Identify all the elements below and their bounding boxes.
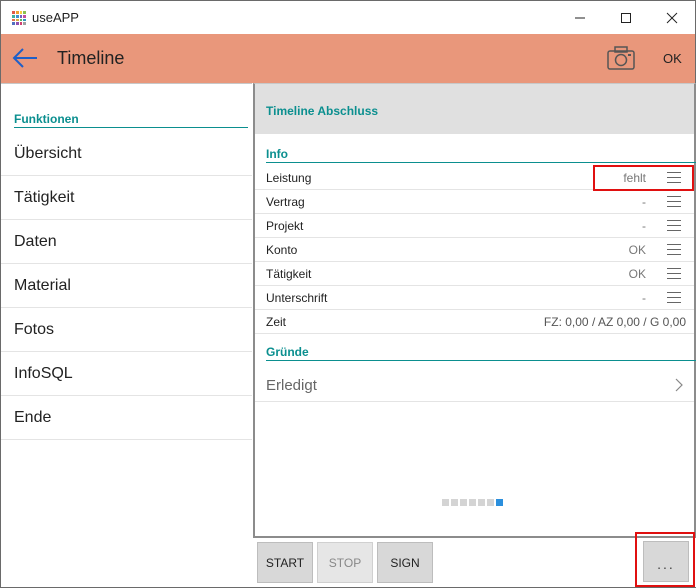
sidebar-item-ende[interactable]: Ende	[1, 396, 252, 440]
info-row-unterschrift[interactable]: Unterschrift -	[255, 286, 694, 310]
highlight-box-more	[635, 532, 695, 587]
row-label: Tätigkeit	[266, 267, 312, 281]
page-title: Timeline	[57, 48, 125, 68]
sidebar: Funktionen Übersicht Tätigkeit Daten Mat…	[1, 83, 252, 587]
info-list: Leistung fehlt Vertrag - Projekt - Konto…	[255, 166, 694, 334]
info-row-konto[interactable]: Konto OK	[255, 238, 694, 262]
sidebar-list: Übersicht Tätigkeit Daten Material Fotos…	[1, 132, 252, 440]
hamburger-menu-icon[interactable]	[667, 196, 681, 208]
page-indicator	[442, 499, 503, 506]
row-value: OK	[628, 243, 646, 257]
bottom-toolbar: START STOP SIGN ...	[253, 538, 696, 587]
info-row-projekt[interactable]: Projekt -	[255, 214, 694, 238]
panel-header: Timeline Abschluss	[255, 84, 694, 134]
stop-button[interactable]: STOP	[317, 542, 373, 583]
hamburger-menu-icon[interactable]	[667, 244, 681, 256]
row-value: -	[642, 291, 646, 305]
sidebar-item-daten[interactable]: Daten	[1, 220, 252, 264]
minimize-button[interactable]	[557, 1, 603, 34]
row-label: Projekt	[266, 219, 304, 233]
minimize-icon	[575, 17, 585, 18]
row-label: Vertrag	[266, 195, 305, 209]
window-title: useAPP	[32, 10, 79, 25]
camera-icon[interactable]	[606, 44, 636, 72]
app-icon	[12, 11, 26, 25]
main-panel: Timeline Abschluss Info Leistung fehlt V…	[253, 83, 696, 538]
sidebar-item-material[interactable]: Material	[1, 264, 252, 308]
sidebar-item-uebersicht[interactable]: Übersicht	[1, 132, 252, 176]
sign-button[interactable]: SIGN	[377, 542, 433, 583]
row-value: OK	[628, 267, 646, 281]
row-label: Zeit	[266, 315, 287, 329]
page-dot[interactable]	[478, 499, 485, 506]
row-value: -	[642, 195, 646, 209]
maximize-icon	[621, 12, 631, 23]
hamburger-menu-icon[interactable]	[667, 220, 681, 232]
page-dot[interactable]	[487, 499, 494, 506]
sidebar-item-taetigkeit[interactable]: Tätigkeit	[1, 176, 252, 220]
page-dot[interactable]	[442, 499, 449, 506]
info-row-taetigkeit[interactable]: Tätigkeit OK	[255, 262, 694, 286]
close-button[interactable]	[649, 1, 695, 34]
highlight-box-leistung	[593, 165, 694, 191]
sidebar-heading: Funktionen	[14, 112, 248, 128]
hamburger-menu-icon[interactable]	[667, 268, 681, 280]
gruende-item-erledigt[interactable]: Erledigt	[255, 368, 694, 402]
page-dot-active[interactable]	[496, 499, 503, 506]
panel-title: Timeline Abschluss	[266, 104, 379, 118]
page-dot[interactable]	[460, 499, 467, 506]
app-window: useAPP Timeline OK Funktionen Übersicht …	[0, 0, 696, 588]
hamburger-menu-icon[interactable]	[667, 292, 681, 304]
chevron-right-icon	[675, 378, 683, 392]
back-arrow-icon[interactable]	[11, 46, 39, 70]
page-dot[interactable]	[469, 499, 476, 506]
gruende-item-label: Erledigt	[266, 377, 317, 394]
sidebar-item-fotos[interactable]: Fotos	[1, 308, 252, 352]
info-row-zeit: Zeit FZ: 0,00 / AZ 0,00 / G 0,00	[255, 310, 694, 334]
title-bar: useAPP	[1, 1, 695, 34]
maximize-button[interactable]	[603, 1, 649, 34]
page-header: Timeline OK	[1, 34, 695, 83]
sidebar-item-infosql[interactable]: InfoSQL	[1, 352, 252, 396]
row-label: Leistung	[266, 171, 312, 185]
start-button[interactable]: START	[257, 542, 313, 583]
info-heading: Info	[266, 147, 696, 163]
close-icon	[666, 12, 678, 23]
row-value: -	[642, 219, 646, 233]
gruende-heading: Gründe	[266, 345, 696, 361]
info-row-vertrag[interactable]: Vertrag -	[255, 190, 694, 214]
row-label: Konto	[266, 243, 298, 257]
row-label: Unterschrift	[266, 291, 328, 305]
page-dot[interactable]	[451, 499, 458, 506]
row-value: FZ: 0,00 / AZ 0,00 / G 0,00	[543, 315, 686, 329]
ok-button[interactable]: OK	[663, 51, 682, 66]
